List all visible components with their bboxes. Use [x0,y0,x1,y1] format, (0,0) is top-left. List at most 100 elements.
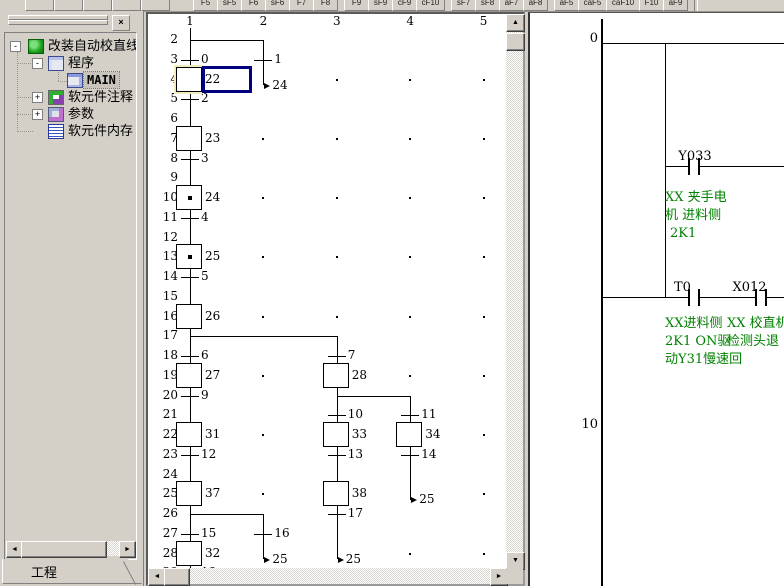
sfc-transition[interactable] [328,514,346,515]
sfc-transition-label: 0 [201,52,209,66]
scrollbar-thumb[interactable] [164,568,190,586]
scrollbar-track[interactable] [506,14,523,568]
tree-item-node[interactable]: 软元件内存 [65,123,136,139]
ladder-editor-window[interactable]: 0 10 Y033 XX 夹手电 机 进料侧 2K1 T0 X012 XX进料侧… [528,12,784,586]
scrollbar-thumb[interactable] [21,541,107,558]
sfc-step-label: 38 [352,486,367,500]
panel-grip-handle[interactable] [8,20,108,25]
tree-item-root[interactable]: 改装自动校直线 [45,38,137,54]
sfc-step-box[interactable] [323,422,349,447]
sfc-transition[interactable] [181,534,199,535]
tree-item-node[interactable]: 软元件注释 [65,89,136,105]
sfc-jump-arrow-icon[interactable] [338,557,344,563]
sfc-row-label: 23 [156,447,178,461]
toolbar-fkey-button-aF7[interactable]: aF7 [499,0,524,11]
sfc-step-box[interactable] [323,363,349,388]
toolbar-fkey-button-F9[interactable]: F9 [344,0,369,11]
sfc-transition[interactable] [254,534,272,535]
toolbar-fkey-button-sF7[interactable]: sF7 [451,0,476,11]
sfc-transition[interactable] [181,455,199,456]
sfc-transition-label: 16 [274,526,289,540]
sfc-jump-arrow-icon[interactable] [264,557,270,563]
close-icon[interactable]: × [112,15,130,31]
sfc-step-box[interactable] [176,363,202,388]
toolbar-fkey-button-cF10[interactable]: cF10 [416,0,445,11]
sfc-step-box[interactable] [176,481,202,506]
tree-expander-icon[interactable]: + [32,109,43,120]
sfc-transition[interactable] [401,455,419,456]
scrollbar-track[interactable] [148,568,506,584]
toolbar-icon-button[interactable] [141,0,170,11]
sfc-step-box[interactable] [176,67,202,92]
sfc-empty-cell-dot [483,553,485,555]
tree-expander-icon[interactable]: + [32,92,43,103]
toolbar-icon-button[interactable] [83,0,112,11]
sfc-transition[interactable] [328,415,346,416]
scroll-up-icon[interactable]: ▲ [506,14,525,32]
toolbar-fkey-button-F5[interactable]: F5 [193,0,218,11]
toolbar-icon-button[interactable] [54,0,83,11]
sfc-transition[interactable] [181,277,199,278]
sfc-transition[interactable] [181,159,199,160]
toolbar-fkey-button-sF6[interactable]: sF6 [265,0,290,11]
project-panel: × -改装自动校直线-程序MAIN+软元件注释+参数软元件内存 ◄ ► 工程 [0,11,144,586]
sfc-transition[interactable] [254,60,272,61]
sfc-row-label: 9 [156,170,178,184]
sfc-step-box[interactable] [396,422,422,447]
toolbar-icon-button[interactable] [112,0,141,11]
sfc-empty-cell-dot [262,256,264,258]
sfc-row-label: 18 [156,348,178,362]
sfc-step-label: 37 [205,486,220,500]
sfc-empty-cell-dot [483,375,485,377]
sfc-jump-arrow-icon[interactable] [264,83,270,89]
sfc-transition[interactable] [328,455,346,456]
toolbar-fkey-button-F10[interactable]: F10 [639,0,664,11]
tree-expander-icon[interactable]: - [10,41,21,52]
toolbar-fkey-button-aF8[interactable]: aF8 [523,0,548,11]
sfc-line [410,396,411,500]
tree-item-node[interactable]: 程序 [65,55,97,71]
sfc-step-box[interactable] [176,126,202,151]
sfc-step-label: 33 [352,427,367,441]
sfc-row-label: 19 [156,368,178,382]
toolbar-fkey-button-sF9[interactable]: sF9 [368,0,393,11]
sfc-jump-arrow-icon[interactable] [411,497,417,503]
sfc-step-box[interactable] [323,481,349,506]
sfc-empty-cell-dot [483,256,485,258]
sfc-branch-line [190,336,338,337]
sfc-transition[interactable] [181,218,199,219]
toolbar-fkey-button-F6[interactable]: F6 [241,0,266,11]
tree-item-node[interactable]: MAIN [84,72,119,88]
toolbar-fkey-button-aF9[interactable]: aF9 [663,0,688,11]
sfc-transition[interactable] [181,99,199,100]
sfc-transition[interactable] [181,356,199,357]
sfc-diagram[interactable]: 1234523456789101112131415161718192021222… [148,14,506,568]
toolbar-fkey-button-caF5[interactable]: caF5 [578,0,607,11]
toolbar-fkey-button-aF5[interactable]: aF5 [554,0,579,11]
toolbar-fkey-button-sF8[interactable]: sF8 [475,0,500,11]
toolbar-fkey-button-F7[interactable]: F7 [289,0,314,11]
toolbar-fkey-button-cF9[interactable]: cF9 [392,0,417,11]
toolbar-fkey-button-caF10[interactable]: caF10 [606,0,640,11]
sfc-transition-label: 17 [348,506,363,520]
scroll-right-icon[interactable]: ► [119,541,136,558]
toolbar-fkey-button-F8[interactable]: F8 [313,0,338,11]
sfc-row-label: 28 [156,546,178,560]
sfc-transition-label: 1 [274,52,282,66]
tree-expander-icon[interactable]: - [32,58,43,69]
toolbar-icon-button[interactable] [25,0,54,11]
sfc-transition[interactable] [328,356,346,357]
gx-developer-window: F5sF5F6sF6F7F8 F9sF9cF9cF10 sF7sF8aF7aF8 aF… [0,0,784,586]
toolbar-fkey-button-sF5[interactable]: sF5 [217,0,242,11]
sfc-step-box[interactable] [176,304,202,329]
tree-connector [17,131,33,132]
project-icon [28,39,44,54]
tree-item-node[interactable]: 参数 [65,106,97,122]
sfc-step-box[interactable] [176,422,202,447]
sfc-transition[interactable] [401,415,419,416]
sfc-step-box[interactable] [176,541,202,566]
sfc-transition[interactable] [181,60,199,61]
sfc-transition[interactable] [181,396,199,397]
scrollbar-thumb[interactable] [506,33,525,51]
toolbar-separator [694,0,698,11]
